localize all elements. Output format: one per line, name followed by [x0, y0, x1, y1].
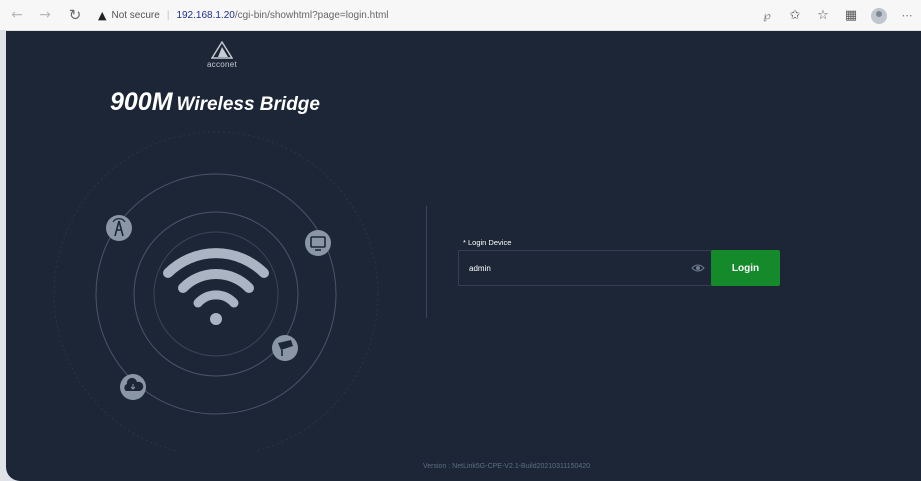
warning-triangle-icon[interactable]: ▲: [98, 9, 106, 22]
eye-icon[interactable]: [691, 263, 705, 273]
back-arrow-icon[interactable]: ←: [6, 4, 28, 26]
login-button[interactable]: Login: [711, 250, 780, 286]
url-host[interactable]: 192.168.1.20: [176, 10, 234, 21]
address-separator: |: [166, 9, 170, 21]
url-path[interactable]: /cgi-bin/showhtml?page=login.html: [235, 10, 389, 21]
read-aloud-icon[interactable]: ℘: [753, 9, 781, 22]
monitor-icon: [305, 230, 331, 256]
logo-triangle-icon: [211, 41, 233, 59]
browser-toolbar: ← → ↻ ▲ Not secure | 192.168.1.20/cgi-bi…: [0, 0, 921, 31]
logo-text: acconet: [206, 60, 238, 69]
more-icon[interactable]: ⋯: [893, 9, 921, 22]
browser-window: ← → ↻ ▲ Not secure | 192.168.1.20/cgi-bi…: [0, 0, 921, 481]
profile-icon[interactable]: [871, 7, 887, 24]
cloud-icon: [120, 374, 146, 400]
tracking-icon[interactable]: ✩: [781, 8, 809, 23]
address-bar[interactable]: ▲ Not secure | 192.168.1.20/cgi-bin/show…: [98, 4, 389, 26]
collections-icon[interactable]: ▦: [837, 8, 865, 23]
version-text: Version : NetLink5G-CPE-V2.1-Build202103…: [423, 463, 591, 470]
wireless-illustration: [53, 131, 379, 451]
vertical-divider: [426, 206, 427, 318]
password-input[interactable]: [459, 251, 679, 285]
login-page: acconet 900M Wireless Bridge * Login Dev…: [6, 31, 921, 481]
product-title-name: Wireless Bridge: [176, 94, 320, 115]
favorites-icon[interactable]: ☆: [809, 8, 837, 23]
wifi-icon: [163, 248, 269, 325]
antenna-tower-icon: [106, 215, 132, 241]
product-title-model: 900M: [110, 88, 173, 116]
forward-arrow-icon[interactable]: →: [34, 4, 56, 26]
password-field[interactable]: [458, 250, 712, 286]
security-label[interactable]: Not secure: [111, 10, 159, 21]
camera-icon: [272, 335, 298, 361]
brand-logo: acconet: [202, 41, 242, 69]
product-title: 900M Wireless Bridge: [110, 88, 320, 117]
login-device-label: * Login Device: [463, 238, 512, 247]
reload-icon[interactable]: ↻: [64, 4, 86, 26]
toolbar-right-icons: ℘ ✩ ☆ ▦ ⋯: [753, 0, 921, 31]
